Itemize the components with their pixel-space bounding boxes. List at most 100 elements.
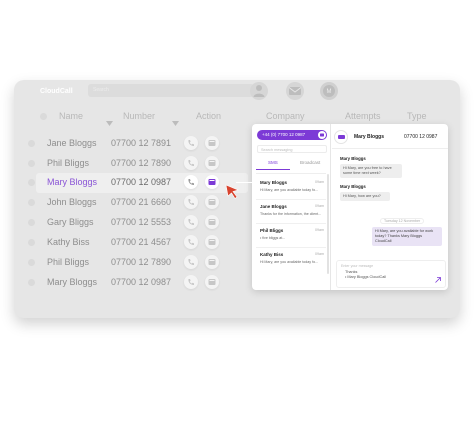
row-checkbox[interactable] <box>28 160 35 167</box>
message-icon[interactable] <box>205 255 219 269</box>
compose-text-line: • Mary Bloggs CloudCall <box>345 275 387 279</box>
crm-window: CloudCall Search M Name Number Action Co… <box>14 80 460 318</box>
conversation-preview: Hi Mary, are you available today fo... <box>260 260 319 264</box>
message-search-input[interactable]: Search messaging <box>257 145 327 153</box>
scrollbar[interactable] <box>327 174 329 274</box>
conversation-time: 09am <box>315 228 324 232</box>
message-icon[interactable] <box>205 235 219 249</box>
message-icon[interactable] <box>205 136 219 150</box>
conversation-time: 09am <box>315 204 324 208</box>
row-checkbox[interactable] <box>28 239 35 246</box>
call-icon[interactable] <box>184 195 198 209</box>
conversation-time: 09am <box>315 252 324 256</box>
conversation-list-column: +44 (0) 7700 12 0987 Search messaging SM… <box>252 124 331 290</box>
contact-name[interactable]: Gary Bliggs <box>47 217 94 227</box>
row-checkbox[interactable] <box>28 279 35 286</box>
column-header-company[interactable]: Company <box>266 111 305 121</box>
select-all-checkbox[interactable] <box>40 113 47 120</box>
column-header-attempts[interactable]: Attempts <box>345 111 381 121</box>
column-header-name[interactable]: Name <box>59 111 83 121</box>
sms-panel: +44 (0) 7700 12 0987 Search messaging SM… <box>252 124 448 290</box>
active-call-bar[interactable]: +44 (0) 7700 12 0987 <box>257 130 327 140</box>
row-checkbox[interactable] <box>28 140 35 147</box>
message-icon[interactable] <box>205 275 219 289</box>
message-icon[interactable] <box>205 195 219 209</box>
call-control-icon[interactable] <box>318 131 326 139</box>
call-icon[interactable] <box>184 156 198 170</box>
call-icon[interactable] <box>184 175 198 189</box>
row-checkbox[interactable] <box>28 199 35 206</box>
contact-name[interactable]: Phil Bliggs <box>47 257 89 267</box>
conversation-name: Jane Bloggs <box>260 204 287 209</box>
conversation-preview: • five bliggs at... <box>260 236 286 240</box>
message-compose[interactable]: Enter your message Thanks • Mary Bloggs … <box>336 260 446 288</box>
tab-sms[interactable]: SMS <box>268 160 278 165</box>
my-message-bubble: Hi Mary, are you available for work toda… <box>372 227 442 246</box>
connector-line <box>236 182 252 183</box>
conversation-name: Mary Bloggs <box>260 180 288 185</box>
message-icon[interactable] <box>205 156 219 170</box>
row-checkbox[interactable] <box>28 259 35 266</box>
divider <box>256 173 326 174</box>
message-sender: Mary Bloggs <box>340 156 366 161</box>
chat-header: Mary Bloggs 07700 12 0987 <box>334 130 444 144</box>
conversation-time: 09am <box>315 180 324 184</box>
divider <box>256 199 326 200</box>
contact-name[interactable]: Mary Bloggs <box>47 277 97 287</box>
sort-name-icon[interactable] <box>106 113 113 131</box>
table-row-selected[interactable]: Mary Bloggs 07700 12 0987 <box>28 173 248 193</box>
contact-name[interactable]: Mary Bloggs <box>47 177 97 187</box>
chat-contact-number: 07700 12 0987 <box>404 134 438 140</box>
conversation-preview: Thanks for the information, the client..… <box>260 212 322 216</box>
avatar[interactable]: M <box>320 82 338 100</box>
search-input[interactable]: Search <box>88 84 254 97</box>
contact-number: 07700 12 7890 <box>111 158 172 168</box>
message-bubble: Hi Mary, how are you? <box>340 192 390 201</box>
chat-avatar <box>334 130 348 144</box>
sort-number-icon[interactable] <box>172 113 179 131</box>
contact-number: 07700 21 6660 <box>111 197 172 207</box>
call-icon[interactable] <box>184 275 198 289</box>
message-tabs: SMS Broadcast <box>256 160 328 170</box>
divider <box>256 223 326 224</box>
message-sender: Mary Bloggs <box>340 184 366 189</box>
contact-name[interactable]: Kathy Biss <box>47 237 90 247</box>
tab-broadcast[interactable]: Broadcast <box>300 160 320 165</box>
contacts-icon[interactable] <box>250 82 268 100</box>
contact-name[interactable]: Phil Bliggs <box>47 158 89 168</box>
call-icon[interactable] <box>184 215 198 229</box>
send-icon[interactable] <box>435 277 441 283</box>
chat-contact-name: Mary Bloggs <box>354 134 385 140</box>
mail-icon[interactable] <box>286 82 304 100</box>
divider <box>332 148 448 149</box>
conversation-preview: Hi Mary, are you available today fo... <box>260 188 319 192</box>
column-header-number[interactable]: Number <box>123 111 155 121</box>
conversation-name: Kathy Biss <box>260 252 284 257</box>
call-icon[interactable] <box>184 235 198 249</box>
day-separator: Tuesday 12 November <box>380 218 425 224</box>
call-icon[interactable] <box>184 136 198 150</box>
compose-placeholder: Enter your message <box>341 264 374 268</box>
call-icon[interactable] <box>184 255 198 269</box>
mouse-cursor-icon <box>225 184 241 205</box>
message-bubble: Hi Mary, are you free to have some time … <box>340 164 402 178</box>
app-logo: CloudCall <box>40 88 73 95</box>
column-header-action: Action <box>196 111 222 121</box>
contact-name[interactable]: John Bloggs <box>47 197 97 207</box>
contact-number: 07700 12 0987 <box>111 177 172 187</box>
contact-name[interactable]: Jane Bloggs <box>47 138 97 148</box>
column-header-type[interactable]: Type <box>407 111 427 121</box>
row-checkbox[interactable] <box>28 219 35 226</box>
contact-number: 07700 12 0987 <box>111 277 172 287</box>
contact-number: 07700 12 7891 <box>111 138 172 148</box>
compose-text: Thanks • Mary Bloggs CloudCall <box>345 270 386 280</box>
conversation-name: Phil Bliggs <box>260 228 284 233</box>
row-checkbox[interactable] <box>28 179 35 186</box>
active-call-number: +44 (0) 7700 12 0987 <box>262 132 306 137</box>
contact-number: 07700 12 5553 <box>111 217 172 227</box>
message-icon[interactable] <box>205 215 219 229</box>
message-icon[interactable] <box>205 175 219 189</box>
divider <box>256 247 326 248</box>
active-tab-indicator <box>256 169 290 170</box>
contact-number: 07700 12 7890 <box>111 257 172 267</box>
